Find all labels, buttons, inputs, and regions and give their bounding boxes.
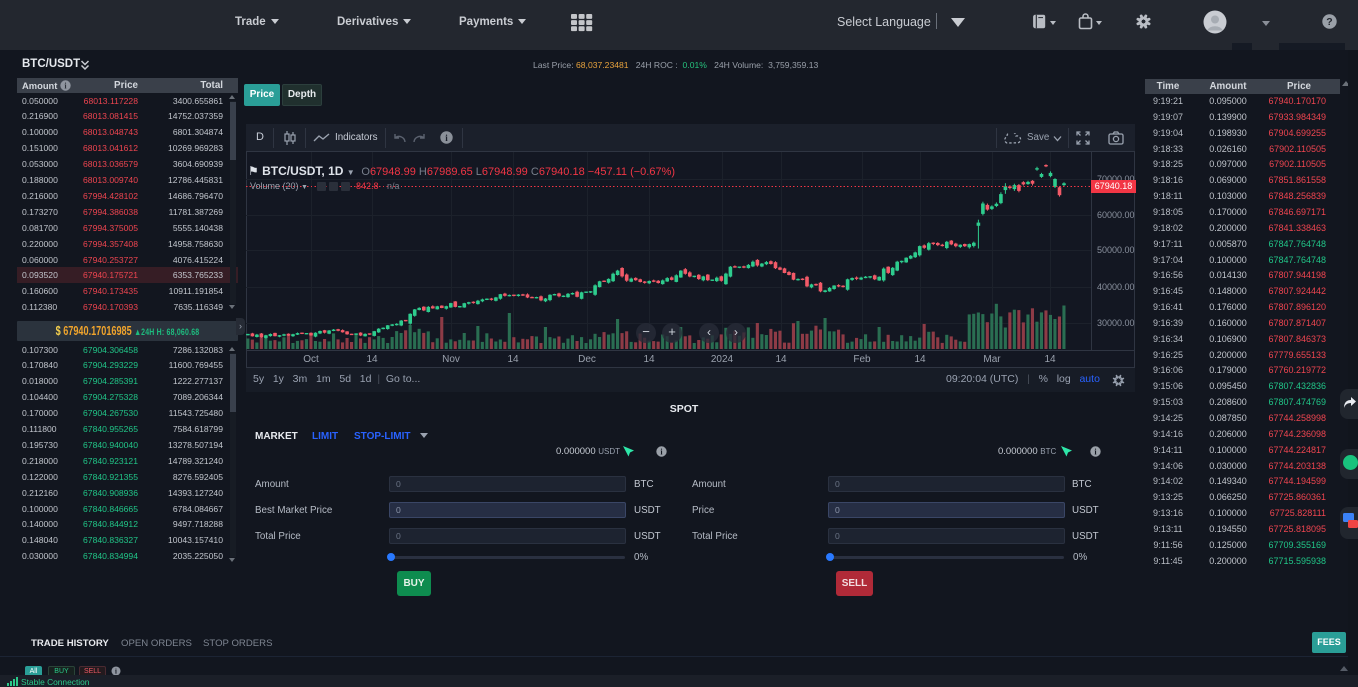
svg-text:?: ? [1326, 16, 1332, 28]
